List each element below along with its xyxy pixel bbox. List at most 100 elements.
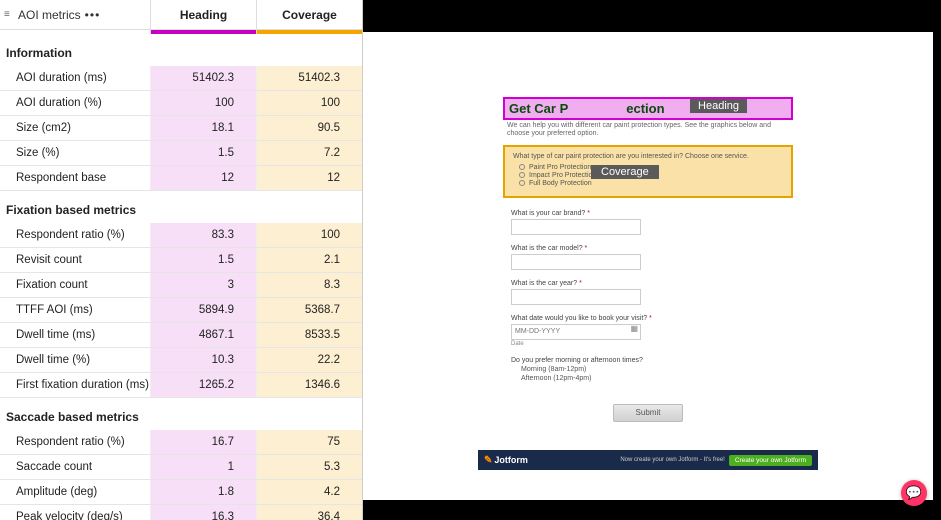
aoi-heading-overlay[interactable]: Get Car PHeadingection	[503, 97, 793, 120]
column-heading[interactable]: Heading	[150, 0, 256, 29]
coverage-value: 12	[256, 166, 362, 190]
metric-label: TTFF AOI (ms)	[0, 304, 150, 316]
aoi-tag-heading[interactable]: Heading	[690, 99, 747, 113]
metric-label: Respondent base	[0, 172, 150, 184]
heading-value: 1.8	[150, 480, 256, 504]
year-input[interactable]	[511, 289, 641, 305]
time-opt-0[interactable]: Morning (8am-12pm)	[521, 366, 586, 373]
table-header: ≡ AOI metrics ••• Heading Coverage	[0, 0, 362, 30]
heading-value: 16.7	[150, 430, 256, 454]
form-card: Get Car PHeadingection We can help you w…	[503, 97, 793, 422]
aoi-metrics-panel: ≡ AOI metrics ••• Heading Coverage Infor…	[0, 0, 363, 520]
column-coverage[interactable]: Coverage	[256, 0, 362, 29]
model-label: What is the car model?	[511, 245, 583, 252]
date-hint: Date	[511, 341, 785, 347]
heading-value: 1	[150, 455, 256, 479]
brand-label: What is your car brand?	[511, 210, 585, 217]
q1-title: What type of car paint protection are yo…	[513, 153, 783, 160]
jotform-logo[interactable]: ✎Jotform	[484, 455, 528, 466]
metric-label: Respondent ratio (%)	[0, 229, 150, 241]
coverage-value: 100	[256, 223, 362, 247]
heading-value: 12	[150, 166, 256, 190]
more-menu[interactable]: •••	[85, 8, 101, 22]
model-input[interactable]	[511, 254, 641, 270]
metric-label: Revisit count	[0, 254, 150, 266]
radio-icon[interactable]	[519, 164, 525, 170]
heading-value: 1.5	[150, 141, 256, 165]
coverage-accent	[256, 30, 362, 34]
submit-button[interactable]: Submit	[613, 404, 683, 422]
table-row[interactable]: Dwell time (%)10.322.2	[0, 348, 362, 373]
brand-input[interactable]	[511, 219, 641, 235]
metric-label: Dwell time (ms)	[0, 329, 150, 341]
metric-label: Size (cm2)	[0, 122, 150, 134]
table-row[interactable]: Respondent ratio (%)16.775	[0, 430, 362, 455]
metric-label: First fixation duration (ms)	[0, 379, 150, 391]
metric-label: Respondent ratio (%)	[0, 436, 150, 448]
metric-label: Saccade count	[0, 461, 150, 473]
radio-icon[interactable]	[519, 180, 525, 186]
heading-value: 100	[150, 91, 256, 115]
heading-value: 1.5	[150, 248, 256, 272]
jotform-bar: ✎Jotform Now create your own Jotform - I…	[478, 450, 818, 470]
heading-value: 4867.1	[150, 323, 256, 347]
metric-label: AOI duration (%)	[0, 97, 150, 109]
coverage-value: 7.2	[256, 141, 362, 165]
q1-opt-1[interactable]: Impact Pro Protection	[529, 172, 596, 179]
heading-value: 51402.3	[150, 66, 256, 90]
form-subtitle: We can help you with different car paint…	[503, 120, 793, 145]
panel-title: AOI metrics	[18, 8, 81, 22]
coverage-value: 1346.6	[256, 373, 362, 397]
heading-value: 16.3	[150, 505, 256, 520]
year-label: What is the car year?	[511, 280, 577, 287]
stimulus-preview: Get Car PHeadingection We can help you w…	[363, 0, 941, 520]
time-label: Do you prefer morning or afternoon times…	[511, 357, 643, 364]
table-row[interactable]: Fixation count38.3	[0, 273, 362, 298]
table-row[interactable]: Saccade count15.3	[0, 455, 362, 480]
section-title: Fixation based metrics	[0, 191, 362, 223]
q1-opt-2[interactable]: Full Body Protection	[529, 180, 592, 187]
heading-value: 18.1	[150, 116, 256, 140]
aoi-coverage-overlay[interactable]: What type of car paint protection are yo…	[503, 145, 793, 198]
heading-value: 10.3	[150, 348, 256, 372]
heading-value: 3	[150, 273, 256, 297]
jotform-tagline: Now create your own Jotform - It's free!	[620, 457, 725, 463]
table-row[interactable]: Amplitude (deg)1.84.2	[0, 480, 362, 505]
coverage-value: 90.5	[256, 116, 362, 140]
time-opt-1[interactable]: Afternoon (12pm-4pm)	[521, 375, 591, 382]
jotform-cta[interactable]: Create your own Jotform	[729, 455, 812, 466]
table-row[interactable]: First fixation duration (ms)1265.21346.6	[0, 373, 362, 398]
coverage-value: 75	[256, 430, 362, 454]
table-row[interactable]: AOI duration (%)100100	[0, 91, 362, 116]
q1-opt-0[interactable]: Paint Pro Protection	[529, 164, 591, 171]
table-row[interactable]: Dwell time (ms)4867.18533.5	[0, 323, 362, 348]
table-row[interactable]: Peak velocity (deg/s)16.336.4	[0, 505, 362, 520]
coverage-value: 22.2	[256, 348, 362, 372]
metric-label: Peak velocity (deg/s)	[0, 511, 150, 520]
table-row[interactable]: TTFF AOI (ms)5894.95368.7	[0, 298, 362, 323]
chat-bubble-icon[interactable]: 💬	[901, 480, 927, 506]
coverage-value: 5.3	[256, 455, 362, 479]
table-row[interactable]: Respondent ratio (%)83.3100	[0, 223, 362, 248]
heading-value: 1265.2	[150, 373, 256, 397]
radio-icon[interactable]	[519, 172, 525, 178]
coverage-value: 8533.5	[256, 323, 362, 347]
coverage-value: 4.2	[256, 480, 362, 504]
aoi-tag-coverage[interactable]: Coverage	[591, 165, 659, 179]
heading-value: 83.3	[150, 223, 256, 247]
table-row[interactable]: Size (cm2)18.190.5	[0, 116, 362, 141]
pencil-icon: ✎	[484, 455, 492, 466]
metric-label: Fixation count	[0, 279, 150, 291]
coverage-value: 36.4	[256, 505, 362, 520]
table-row[interactable]: Size (%)1.57.2	[0, 141, 362, 166]
table-row[interactable]: AOI duration (ms)51402.351402.3	[0, 66, 362, 91]
table-row[interactable]: Respondent base1212	[0, 166, 362, 191]
coverage-value: 51402.3	[256, 66, 362, 90]
coverage-value: 8.3	[256, 273, 362, 297]
form-heading-end: ection	[626, 101, 664, 116]
metric-label: Amplitude (deg)	[0, 486, 150, 498]
date-label: What date would you like to book your vi…	[511, 315, 647, 322]
calendar-icon[interactable]: ▦	[630, 324, 638, 333]
table-row[interactable]: Revisit count1.52.1	[0, 248, 362, 273]
date-input[interactable]	[511, 324, 641, 340]
